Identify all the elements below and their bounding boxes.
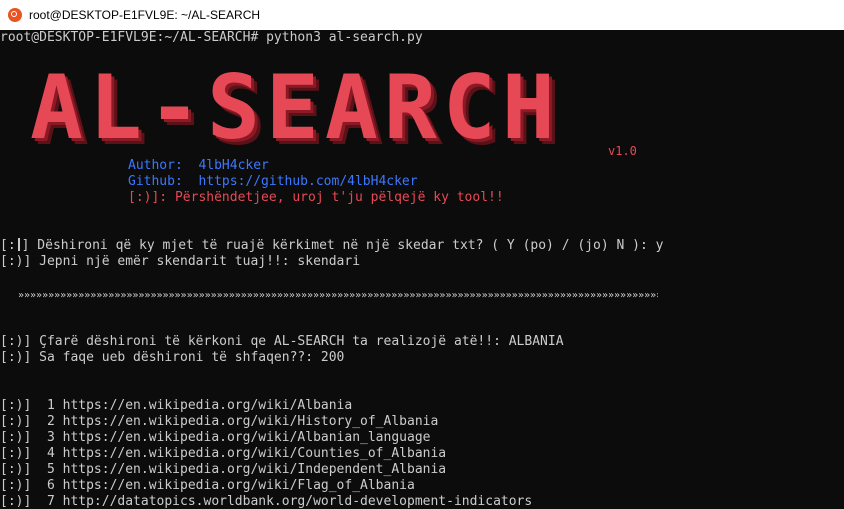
result-line: [:)] 3 https://en.wikipedia.org/wiki/Alb… [0, 430, 431, 445]
search-question-line: [:)] Çfarë dëshironi të kërkoni qe AL-SE… [0, 334, 564, 349]
github-line: Github: https://github.com/4lbH4cker [128, 174, 418, 189]
text-cursor [17, 238, 20, 251]
save-question-text: ] Dëshironi që ky mjet të ruajë kërkimet… [21, 238, 664, 253]
pages-question-line: [:)] Sa faqe ueb dëshironi të shfaqen??:… [0, 350, 345, 365]
version-label: v1.0 [608, 144, 637, 158]
author-line: Author: 4lbH4cker [128, 158, 269, 173]
terminal-output[interactable]: root@DESKTOP-E1FVL9E:~/AL-SEARCH# python… [0, 30, 844, 509]
result-line: [:)] 4 https://en.wikipedia.org/wiki/Cou… [0, 446, 447, 461]
terminal-window: root@DESKTOP-E1FVL9E: ~/AL-SEARCH root@D… [0, 0, 844, 509]
title-bar[interactable]: root@DESKTOP-E1FVL9E: ~/AL-SEARCH [0, 0, 844, 30]
banner-logo: AL-SEARCH [30, 56, 561, 159]
result-line: [:)] 7 http://datatopics.worldbank.org/w… [0, 494, 533, 509]
result-line: [:)] 5 https://en.wikipedia.org/wiki/Ind… [0, 462, 447, 477]
greeting-line: [:)]: Përshëndetjee, uroj t'ju pëlqejë k… [128, 190, 504, 205]
result-line: [:)] 1 https://en.wikipedia.org/wiki/Alb… [0, 398, 353, 413]
result-line: [:)] 2 https://en.wikipedia.org/wiki/His… [0, 414, 439, 429]
ubuntu-icon [8, 8, 22, 22]
window-title: root@DESKTOP-E1FVL9E: ~/AL-SEARCH [29, 8, 261, 22]
filename-question-line: [:)] Jepni një emër skendarit tuaj!!: sk… [0, 254, 361, 269]
prompt-line: root@DESKTOP-E1FVL9E:~/AL-SEARCH# python… [0, 30, 423, 45]
separator-line: »»»»»»»»»»»»»»»»»»»»»»»»»»»»»»»»»»»»»»»»… [18, 290, 658, 301]
save-question-line: [: ] Dëshironi që ky mjet të ruajë kërkim… [0, 238, 663, 254]
save-question-prefix: [: [0, 238, 16, 253]
result-line: [:)] 6 https://en.wikipedia.org/wiki/Fla… [0, 478, 415, 493]
